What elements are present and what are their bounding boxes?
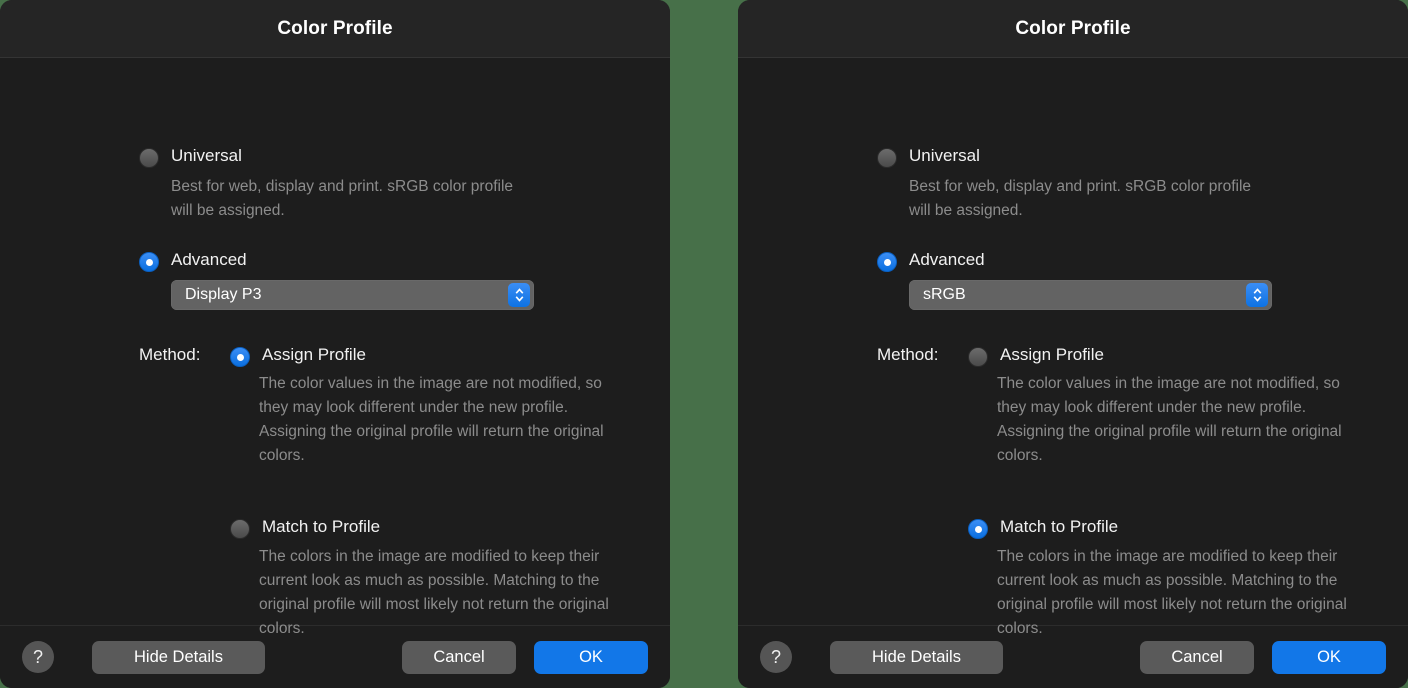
cancel-label: Cancel	[1171, 647, 1223, 666]
radio-match-profile-label: Match to Profile	[262, 517, 381, 536]
radio-universal-label: Universal	[171, 146, 242, 165]
universal-description: Best for web, display and print. sRGB co…	[171, 178, 514, 219]
profile-select-wrapper: sRGB	[909, 280, 1272, 310]
help-button[interactable]: ?	[760, 641, 792, 673]
radio-option-universal[interactable]: Universal	[877, 146, 980, 168]
radio-assign-profile-icon[interactable]	[230, 347, 250, 367]
profile-select[interactable]: Display P3	[171, 280, 534, 310]
question-mark-icon: ?	[32, 646, 43, 667]
radio-advanced-icon[interactable]	[139, 252, 159, 272]
assign-profile-description: The color values in the image are not mo…	[259, 375, 604, 464]
radio-assign-profile-icon[interactable]	[968, 347, 988, 367]
radio-advanced-icon[interactable]	[877, 252, 897, 272]
radio-option-advanced[interactable]: Advanced	[139, 250, 247, 272]
dialog-titlebar: Color Profile	[738, 0, 1408, 58]
radio-universal-label: Universal	[909, 146, 980, 165]
profile-select-value: Display P3	[185, 286, 262, 303]
radio-match-profile-icon[interactable]	[230, 519, 250, 539]
radio-option-match-profile[interactable]: Match to Profile	[230, 517, 380, 539]
radio-universal-icon[interactable]	[877, 148, 897, 168]
help-button[interactable]: ?	[22, 641, 54, 673]
ok-button[interactable]: OK	[1272, 640, 1386, 674]
ok-button[interactable]: OK	[534, 640, 648, 674]
radio-option-match-profile[interactable]: Match to Profile	[968, 517, 1118, 539]
cancel-button[interactable]: Cancel	[402, 640, 516, 674]
page-title: Color Profile	[277, 17, 393, 39]
match-profile-description: The colors in the image are modified to …	[259, 548, 609, 637]
ok-label: OK	[1317, 647, 1341, 666]
desktop-background: Color Profile Universal Best for web, di…	[0, 0, 1408, 688]
hide-details-button[interactable]: Hide Details	[92, 640, 265, 674]
universal-description: Best for web, display and print. sRGB co…	[909, 178, 1252, 219]
radio-option-universal[interactable]: Universal	[139, 146, 242, 168]
cancel-button[interactable]: Cancel	[1140, 640, 1254, 674]
profile-select-wrapper: Display P3	[171, 280, 534, 310]
ok-label: OK	[579, 647, 603, 666]
dialog-body: Universal Best for web, display and prin…	[738, 58, 1408, 637]
hide-details-label: Hide Details	[872, 647, 961, 666]
question-mark-icon: ?	[770, 646, 781, 667]
radio-match-profile-icon[interactable]	[968, 519, 988, 539]
match-profile-description: The colors in the image are modified to …	[997, 548, 1347, 637]
hide-details-label: Hide Details	[134, 647, 223, 666]
assign-profile-description: The color values in the image are not mo…	[997, 375, 1342, 464]
dialog-body: Universal Best for web, display and prin…	[0, 58, 670, 637]
radio-assign-profile-label: Assign Profile	[262, 345, 366, 364]
page-title: Color Profile	[1015, 17, 1131, 39]
method-label: Method:	[139, 345, 201, 364]
chevron-up-down-icon[interactable]	[1246, 283, 1268, 307]
method-label: Method:	[877, 345, 939, 364]
cancel-label: Cancel	[433, 647, 485, 666]
radio-advanced-label: Advanced	[171, 250, 247, 269]
profile-select-value: sRGB	[923, 286, 966, 303]
profile-select[interactable]: sRGB	[909, 280, 1272, 310]
hide-details-button[interactable]: Hide Details	[830, 640, 1003, 674]
radio-option-advanced[interactable]: Advanced	[877, 250, 985, 272]
dialog-titlebar: Color Profile	[0, 0, 670, 58]
radio-assign-profile-label: Assign Profile	[1000, 345, 1104, 364]
radio-match-profile-label: Match to Profile	[1000, 517, 1119, 536]
radio-advanced-label: Advanced	[909, 250, 985, 269]
radio-option-assign-profile[interactable]: Assign Profile	[968, 345, 1104, 367]
color-profile-dialog-right: Color Profile Universal Best for web, di…	[738, 0, 1408, 688]
radio-universal-icon[interactable]	[139, 148, 159, 168]
chevron-up-down-icon[interactable]	[508, 283, 530, 307]
radio-option-assign-profile[interactable]: Assign Profile	[230, 345, 366, 367]
color-profile-dialog-left: Color Profile Universal Best for web, di…	[0, 0, 670, 688]
